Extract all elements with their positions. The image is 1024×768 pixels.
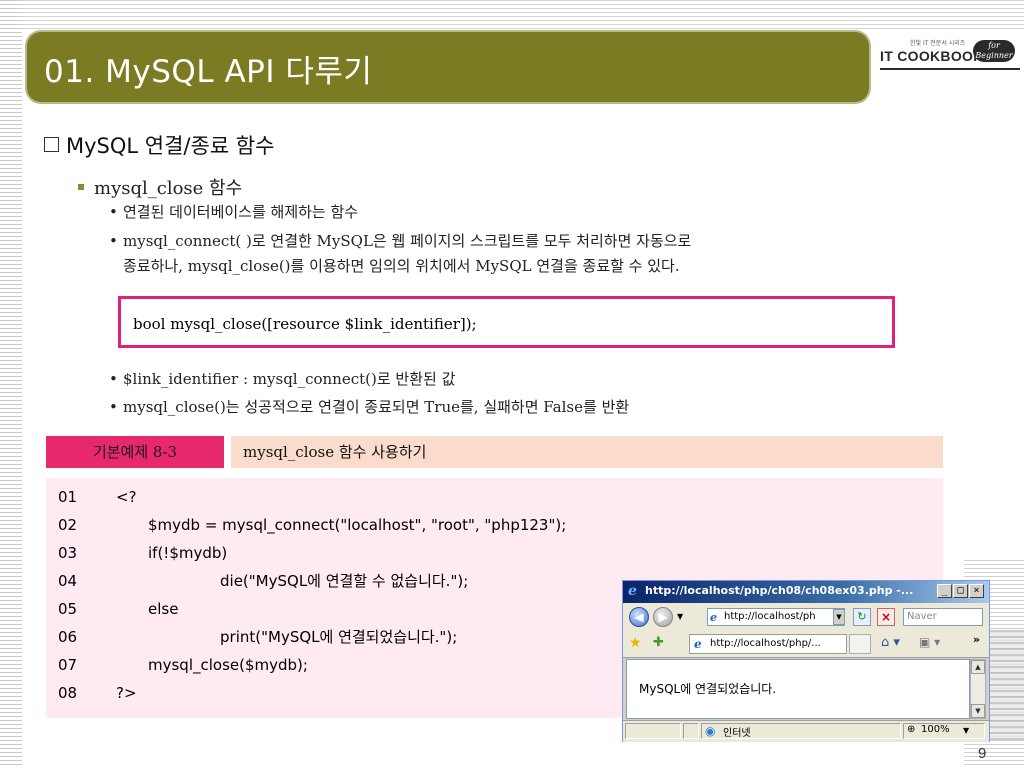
scroll-down-button[interactable]: ▼ — [971, 704, 985, 718]
more-chevron-icon[interactable]: » — [973, 633, 980, 646]
forward-button[interactable]: ▶ — [653, 607, 673, 627]
bullet-dot-icon: • — [109, 232, 118, 250]
page-number: 9 — [978, 745, 987, 762]
status-zone-text: 인터넷 — [723, 728, 751, 739]
page-output-text: MySQL에 연결되었습니다. — [639, 682, 777, 696]
home-icon[interactable]: ⌂ ▾ — [881, 635, 900, 650]
top-stripe-decoration — [22, 0, 1024, 30]
line-number: 04 — [58, 572, 78, 590]
browser-nav-bar: ◀ ▶ ▼ e http://localhost/ph ▼ ↻ × Naver — [623, 603, 989, 631]
bullet-text: mysql_close()는 성공적으로 연결이 종료되면 True를, 실패하… — [123, 398, 630, 416]
logo-badge: for Beginner — [973, 40, 1015, 62]
code-text: <? — [116, 488, 137, 506]
line-number: 05 — [58, 600, 78, 618]
address-dropdown-button[interactable]: ▼ — [833, 609, 845, 625]
logo-small-text: 한빛 IT 전문서 시리즈 — [910, 40, 966, 47]
section-heading-text: MySQL 연결/종료 함수 — [66, 134, 275, 158]
browser-window: e http://localhost/php/ch08/ch08ex03.php… — [622, 580, 990, 742]
syntax-box: bool mysql_close([resource $link_identif… — [118, 296, 895, 348]
tab-page-icon: e — [694, 637, 702, 651]
building-decoration — [990, 630, 1024, 740]
checkbox-bullet-icon — [44, 137, 59, 152]
browser-tab[interactable]: e http://localhost/php/... — [689, 634, 847, 654]
code-text: die("MySQL에 연결할 수 없습니다."); — [220, 572, 469, 590]
code-text: $mydb = mysql_connect("localhost", "root… — [148, 516, 567, 534]
close-button[interactable]: × — [969, 584, 984, 598]
line-number: 02 — [58, 516, 78, 534]
bullet-dot-icon: • — [109, 398, 118, 416]
minimize-button[interactable]: _ — [937, 584, 952, 598]
section-heading: MySQL 연결/종료 함수 — [44, 130, 274, 160]
browser-title-text: http://localhost/php/ch08/ch08ex03.php -… — [645, 584, 914, 597]
code-text: else — [148, 600, 179, 618]
line-number: 07 — [58, 656, 78, 674]
it-cookbook-logo: 한빛 IT 전문서 시리즈 IT COOKBOOK for Beginner — [880, 38, 1020, 78]
maximize-button[interactable]: □ — [953, 584, 968, 598]
square-bullet-icon — [78, 184, 84, 190]
bullet-text: mysql_connect( )로 연결한 MySQL은 웹 페이지의 스크립트… — [123, 232, 692, 250]
add-favorite-icon[interactable]: ✚ — [653, 635, 664, 650]
feed-icon[interactable]: ▣ ▾ — [919, 635, 940, 649]
code-text: print("MySQL에 연결되었습니다."); — [220, 628, 458, 646]
browser-tab-bar: ★ ✚ e http://localhost/php/... ⌂ ▾ ▣ ▾ » — [623, 631, 989, 658]
globe-icon: ◉ — [705, 724, 716, 738]
bullet-item: • mysql_close()는 성공적으로 연결이 종료되면 True를, 실패… — [109, 396, 629, 419]
browser-content: MySQL에 연결되었습니다. — [626, 659, 970, 719]
example-label: 기본예제 8-3 — [46, 436, 224, 468]
logo-main-text: IT COOKBOOK — [880, 48, 984, 64]
code-text: ?> — [116, 684, 137, 702]
bullet-dot-icon: • — [109, 203, 118, 221]
status-segment — [625, 723, 681, 739]
left-stripe-decoration — [0, 0, 22, 768]
line-number: 08 — [58, 684, 78, 702]
code-text: mysql_close($mydb); — [148, 656, 308, 674]
stop-button[interactable]: × — [877, 608, 895, 626]
logo-underline — [880, 68, 1020, 70]
browser-title-bar[interactable]: e http://localhost/php/ch08/ch08ex03.php… — [623, 581, 989, 603]
vertical-scrollbar[interactable]: ▲ ▼ — [970, 659, 986, 719]
bullet-continuation: 종료하나, mysql_close()를 이용하면 임의의 위치에서 MySQL… — [123, 257, 680, 275]
address-bar[interactable]: e http://localhost/ph — [707, 608, 845, 626]
line-number: 06 — [58, 628, 78, 646]
address-text: http://localhost/ph — [724, 611, 816, 622]
slide-title: 01. MySQL API 다루기 — [44, 54, 373, 90]
history-dropdown-icon[interactable]: ▼ — [677, 612, 683, 621]
favorites-star-icon[interactable]: ★ — [629, 635, 642, 651]
tab-label: http://localhost/php/... — [710, 638, 821, 649]
subheading: mysql_close 함수 — [78, 174, 242, 200]
refresh-button[interactable]: ↻ — [853, 608, 871, 626]
status-segment — [683, 723, 699, 739]
code-text: if(!$mydb) — [148, 544, 228, 562]
browser-status-bar: ◉ 인터넷 ⊕ 100% ▼ — [623, 720, 989, 742]
zoom-level[interactable]: 100% — [921, 724, 950, 735]
bullet-item: • $link_identifier : mysql_connect()로 반환된… — [109, 368, 455, 391]
line-number: 03 — [58, 544, 78, 562]
bullet-item: • 연결된 데이터베이스를 해제하는 함수 — [109, 201, 358, 224]
ie-logo-icon: e — [628, 583, 637, 599]
new-tab-button[interactable] — [849, 634, 871, 654]
zoom-icon: ⊕ — [907, 724, 916, 735]
bullet-text: $link_identifier : mysql_connect()로 반환된 … — [123, 370, 456, 388]
bullet-item: • mysql_connect( )로 연결한 MySQL은 웹 페이지의 스크립… — [109, 230, 691, 253]
bullet-dot-icon: • — [109, 370, 118, 388]
syntax-text: bool mysql_close([resource $link_identif… — [133, 315, 477, 333]
page-icon: e — [710, 611, 717, 624]
subheading-text: mysql_close 함수 — [94, 178, 243, 199]
zoom-dropdown-icon[interactable]: ▼ — [963, 726, 969, 735]
back-button[interactable]: ◀ — [629, 607, 649, 627]
scroll-up-button[interactable]: ▲ — [971, 660, 985, 674]
bullet-text: 연결된 데이터베이스를 해제하는 함수 — [123, 203, 359, 221]
example-title: mysql_close 함수 사용하기 — [231, 436, 943, 468]
line-number: 01 — [58, 488, 78, 506]
search-input[interactable]: Naver — [903, 608, 983, 626]
